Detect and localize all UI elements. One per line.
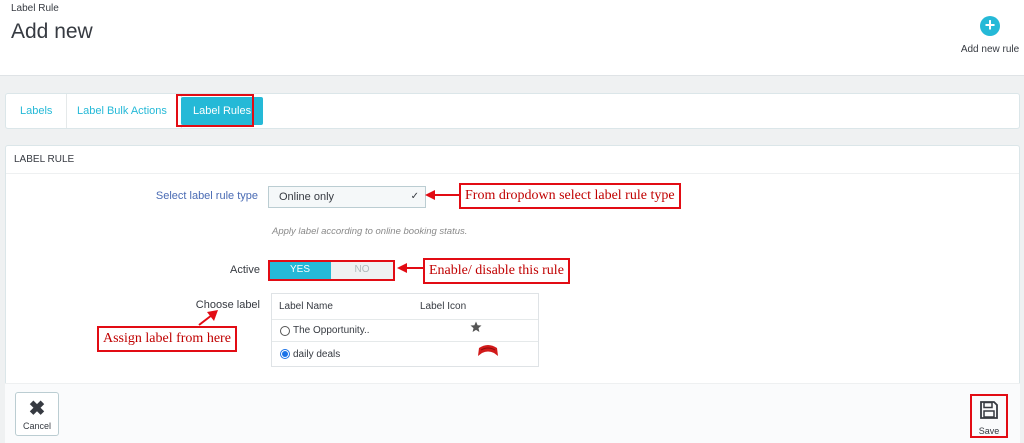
annotation-arrows: [198, 190, 459, 326]
